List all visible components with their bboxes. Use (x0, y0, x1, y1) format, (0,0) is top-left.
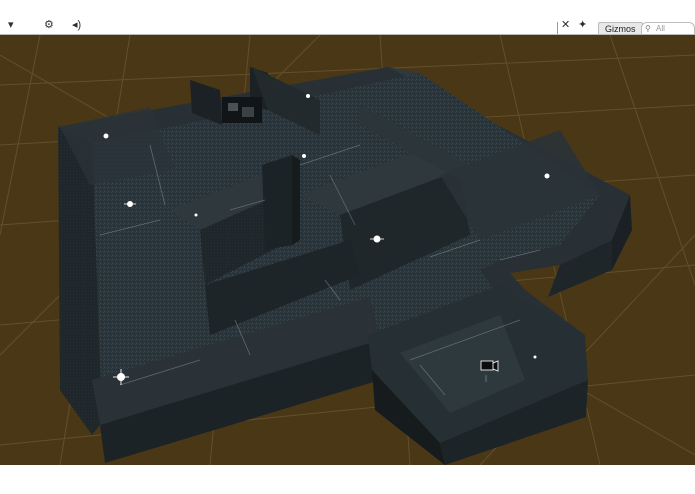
light-bulb-icon[interactable] (544, 173, 550, 179)
tools-icon[interactable]: ✦ (578, 20, 587, 31)
scene-camera-icon[interactable]: ✕ (561, 20, 570, 31)
dropdown-arrow-icon[interactable]: ▾ (8, 20, 14, 31)
audio-icon[interactable]: ◂) (72, 20, 81, 31)
settings-icon[interactable]: ⚙ (44, 20, 54, 31)
light-bulb-icon[interactable] (103, 133, 109, 139)
viewport-bottom-margin (0, 465, 695, 494)
search-icon: ⚲ (645, 24, 651, 33)
light-bulb-icon[interactable] (533, 355, 537, 359)
maze-walls[interactable] (58, 67, 632, 465)
light-bulb-icon[interactable] (302, 154, 306, 158)
light-bulb-icon[interactable] (194, 213, 198, 217)
light-bulb-icon[interactable] (306, 94, 310, 98)
scene-toolbar: ▾ ⚙ ◂) ✕ ✦ Gizmos ⚲ All (0, 0, 695, 35)
toolbar-separator (557, 22, 558, 34)
gizmos-dropdown[interactable]: Gizmos (598, 22, 643, 34)
scene-render[interactable] (0, 35, 695, 465)
scene-viewport[interactable] (0, 35, 695, 465)
search-placeholder: All (656, 24, 665, 33)
